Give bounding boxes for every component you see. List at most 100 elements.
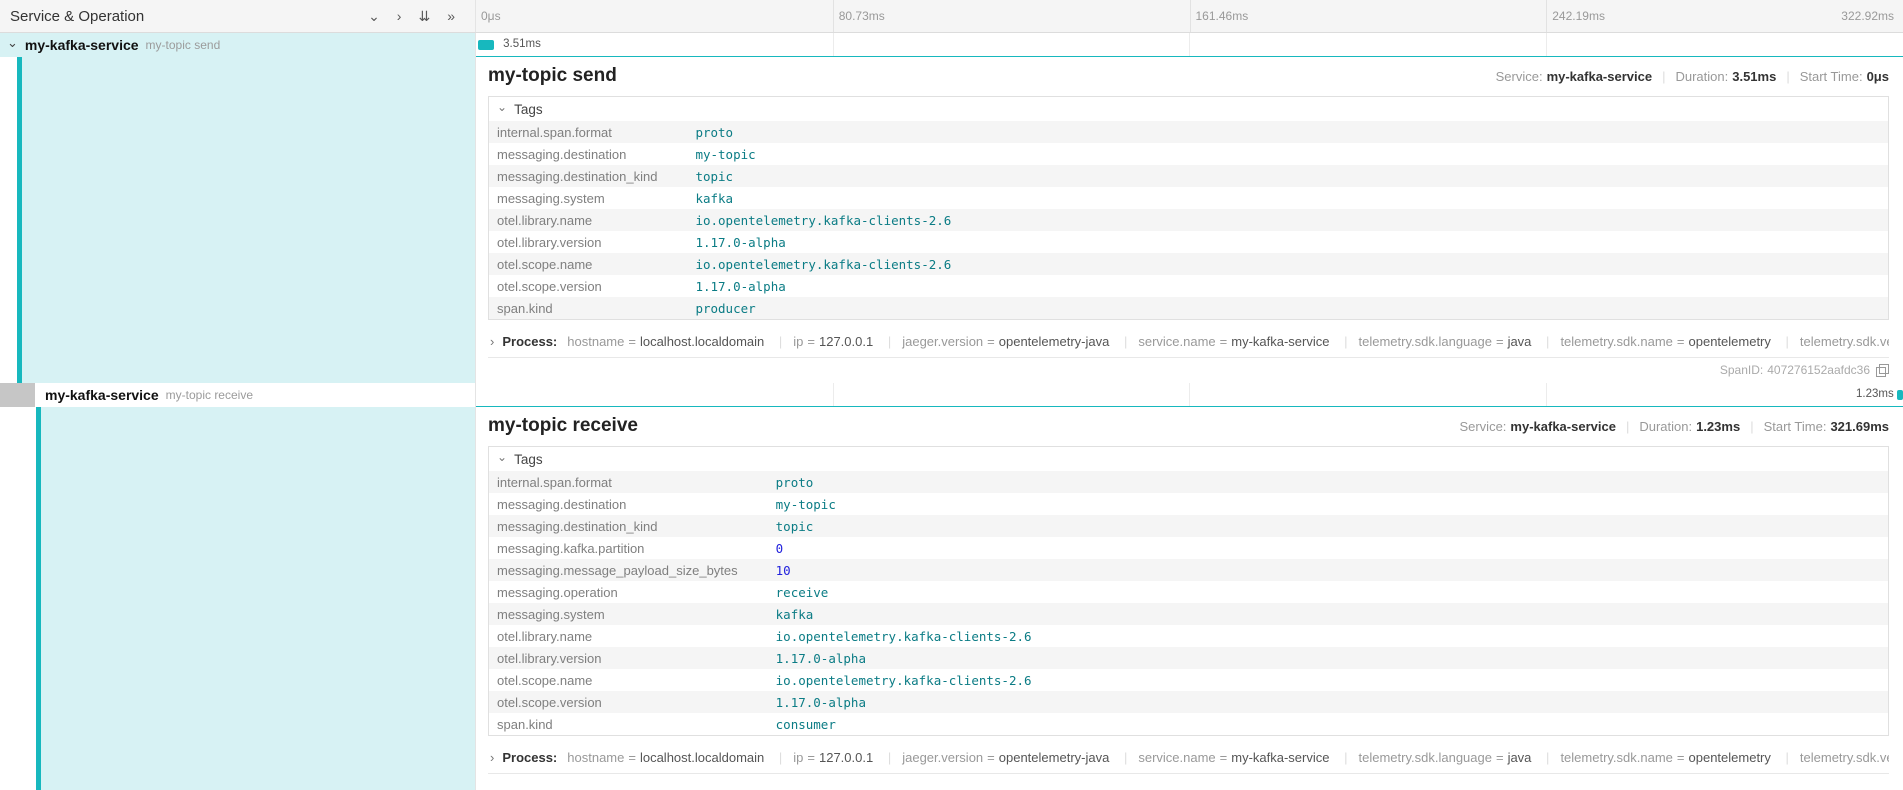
tag-key: otel.scope.name [489,669,768,691]
collapse-caret-icon[interactable]: ⌄ [7,36,18,49]
tag-value: io.opentelemetry.kafka-clients-2.6 [687,209,1888,231]
tag-value: proto [768,471,1888,493]
span-detail-header: my-topic send Service:my-kafka-serviceDu… [488,65,1889,87]
process-key: service.name [1138,334,1215,349]
span-row-my-topic-receive[interactable]: my-kafka-service my-topic receive 1.23ms [0,383,1903,407]
process-key: telemetry.sdk.language [1359,334,1492,349]
span-bar-cell[interactable]: 3.51ms [476,33,1903,57]
process-item: telemetry.sdk.name=opentelemetry [1535,750,1771,765]
collapse-all-icon[interactable]: ⇊ [418,9,430,23]
span-detail-panel: my-topic receive Service:my-kafka-servic… [476,407,1903,790]
span-offset-fill [41,407,475,790]
tag-row: otel.scope.name io.opentelemetry.kafka-c… [489,669,1888,691]
tags-accordion-header[interactable]: ⌄ Tags [489,447,1888,471]
expand-one-icon[interactable]: › [397,9,402,23]
copy-spanid-icon[interactable] [1876,364,1889,377]
tag-row: messaging.destination_kind topic [489,165,1888,187]
process-value: my-kafka-service [1231,750,1329,765]
span-duration-label: 3.51ms [503,33,541,55]
span-service-name: my-kafka-service [45,387,159,403]
tag-row: messaging.operation receive [489,581,1888,603]
tag-key: messaging.destination [489,143,687,165]
process-item: jaeger.version=opentelemetry-java [877,750,1110,765]
tag-key: span.kind [489,297,687,319]
tag-row: messaging.system kafka [489,603,1888,625]
collapse-controls: ⌄ › ⇊ » [368,9,455,23]
ruler-tick-label: 242.19ms [1552,9,1605,23]
span-detail-title: my-topic receive [488,415,638,437]
tag-value: 1.17.0-alpha [768,691,1888,713]
tag-value: receive [768,581,1888,603]
tags-accordion-header[interactable]: ⌄ Tags [489,97,1888,121]
span-duration-bar[interactable] [478,40,494,50]
span-tree-offset [0,57,476,383]
span-tree-offset [0,407,476,790]
chevron-down-icon: ⌄ [497,451,507,463]
process-key: hostname [567,750,624,765]
meta-duration-value: 3.51ms [1732,69,1776,84]
span-name-cell[interactable]: my-kafka-service my-topic receive [0,383,476,407]
span-operation-name: my-topic send [146,38,221,52]
ruler-tick-label: 0μs [481,9,501,23]
process-accordion-header[interactable]: › Process: hostname=localhost.localdomai… [488,328,1889,358]
meta-start-time-value: 321.69ms [1830,419,1889,434]
meta-service: Service:my-kafka-service [1496,69,1653,84]
tag-value: io.opentelemetry.kafka-clients-2.6 [687,253,1888,275]
span-name-cell[interactable]: ⌄ my-kafka-service my-topic send [0,33,476,57]
tags-accordion: ⌄ Tags internal.span.format proto [488,446,1889,736]
tag-key: otel.scope.version [489,691,768,713]
tag-row: otel.library.version 1.17.0-alpha [489,647,1888,669]
equals-sign: = [807,750,815,765]
span-detail-meta: Service:my-kafka-serviceDuration:1.23msS… [1459,419,1889,434]
tags-accordion: ⌄ Tags internal.span.format proto [488,96,1889,320]
tag-key: span.kind [489,713,768,735]
tag-value: 1.17.0-alpha [687,231,1888,253]
tags-table: internal.span.format proto messaging.des… [489,121,1888,319]
equals-sign: = [987,334,995,349]
span-detail-header: my-topic receive Service:my-kafka-servic… [488,415,1889,437]
equals-sign: = [628,334,636,349]
tag-row: messaging.destination my-topic [489,143,1888,165]
process-value: opentelemetry [1689,750,1771,765]
process-value: opentelemetry-java [999,334,1110,349]
process-items: hostname=localhost.localdomain ip=127.0.… [567,334,1889,349]
tag-row: messaging.message_payload_size_bytes 10 [489,559,1888,581]
ruler-tick-label: 80.73ms [839,9,885,23]
tag-value: proto [687,121,1888,143]
span-offset-fill [22,57,475,383]
span-detail-meta: Service:my-kafka-serviceDuration:3.51msS… [1496,69,1889,84]
meta-start-time-label: Start Time: [1764,419,1827,434]
tag-value: 10 [768,559,1888,581]
tag-row: messaging.kafka.partition 0 [489,537,1888,559]
span-duration-bar[interactable] [1897,390,1903,400]
process-item: ip=127.0.0.1 [768,334,873,349]
tag-key: otel.scope.name [489,253,687,275]
span-tree-indent-guide[interactable] [0,383,35,407]
process-key: telemetry.sdk.name [1560,750,1672,765]
tag-value: io.opentelemetry.kafka-clients-2.6 [768,625,1888,647]
tag-key: messaging.message_payload_size_bytes [489,559,768,581]
collapse-one-icon[interactable]: ⌄ [368,9,380,23]
tag-value: my-topic [768,493,1888,515]
tags-title: Tags [514,452,543,467]
span-detail-panel: my-topic send Service:my-kafka-serviceDu… [476,57,1903,383]
span-bar-cell[interactable]: 1.23ms [476,383,1903,407]
service-operation-title: Service & Operation [10,8,144,25]
ruler-tick: 80.73ms [833,0,885,32]
chevron-right-icon: › [490,751,494,764]
meta-duration: Duration: 3.51ms [1652,69,1776,84]
meta-duration-label: Duration: [1675,69,1728,84]
span-row-my-topic-send[interactable]: ⌄ my-kafka-service my-topic send 3.51ms [0,33,1903,57]
process-item: ip=127.0.0.1 [768,750,873,765]
timeline-header-row: Service & Operation ⌄ › ⇊ » 0μs 80.73ms … [0,0,1903,33]
expand-all-icon[interactable]: » [447,9,455,23]
tag-row: internal.span.format proto [489,471,1888,493]
process-value: opentelemetry [1689,334,1771,349]
equals-sign: = [1220,334,1228,349]
tag-key: otel.scope.version [489,275,687,297]
process-value: my-kafka-service [1231,334,1329,349]
process-accordion-header[interactable]: › Process: hostname=localhost.localdomai… [488,744,1889,774]
tag-value: consumer [768,713,1888,735]
process-item: service.name =my-kafka-service [1113,334,1330,349]
tag-key: messaging.system [489,603,768,625]
